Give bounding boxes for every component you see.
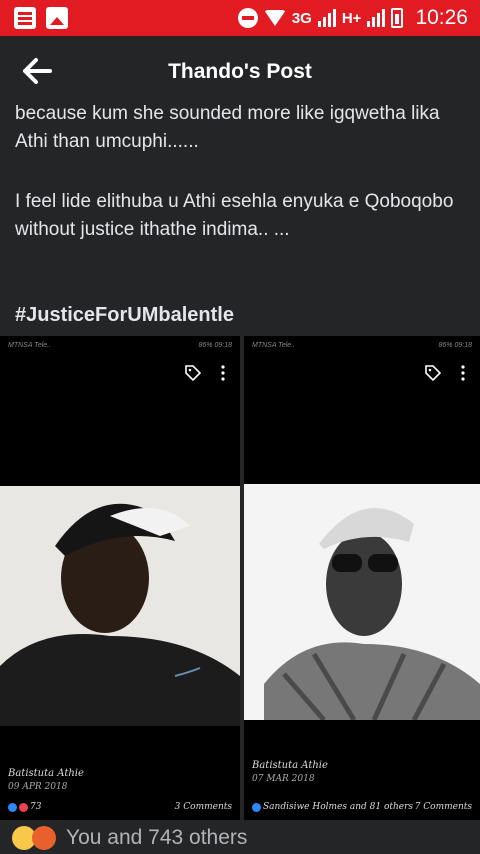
signal-icon bbox=[317, 9, 336, 27]
reactions-count: You and 743 others bbox=[66, 826, 248, 849]
reactions-summary[interactable]: You and 743 others bbox=[0, 822, 480, 854]
photo-author-name: Batistuta Athie bbox=[252, 760, 328, 771]
wifi-icon bbox=[263, 10, 286, 26]
tag-icon bbox=[185, 365, 202, 382]
photo-status-bar: MTNSA Tele.. 86% 09:18 bbox=[252, 342, 472, 349]
photo-footer: Sandisiwe Holmes and 81 others 7 Comment… bbox=[252, 802, 472, 812]
post-paragraph: because kum she sounded more like igqwet… bbox=[15, 103, 440, 152]
do-not-disturb-icon bbox=[237, 8, 258, 28]
battery-icon bbox=[391, 8, 404, 28]
photo-date: 09 APR 2018 bbox=[8, 782, 68, 792]
clock: 10:26 bbox=[415, 6, 468, 29]
photo-footer: 73 3 Comments bbox=[8, 802, 232, 812]
post-photo[interactable]: MTNSA Tele.. 86% 09:18 Batistuta Athie 0… bbox=[0, 336, 240, 820]
page-title: Thando's Post bbox=[168, 60, 312, 83]
app-header: Thando's Post bbox=[0, 36, 480, 106]
image-notification-icon bbox=[46, 7, 68, 29]
post-paragraph: I feel lide elithuba u Athi esehla enyuk… bbox=[15, 191, 454, 240]
photo-date: 07 MAR 2018 bbox=[252, 774, 315, 784]
more-options-icon bbox=[221, 365, 225, 381]
status-bar: 3G H+ 10:26 bbox=[0, 0, 480, 36]
portrait-photo bbox=[0, 486, 240, 726]
angry-reaction-icon bbox=[32, 826, 56, 850]
more-options-icon bbox=[461, 365, 465, 381]
tag-icon bbox=[425, 365, 442, 382]
signal-icon-2 bbox=[367, 9, 386, 27]
like-icon bbox=[8, 802, 17, 812]
network-type-label-2: H+ bbox=[341, 9, 362, 27]
like-icon bbox=[252, 802, 261, 812]
photo-author-name: Batistuta Athie bbox=[8, 768, 84, 779]
portrait-photo bbox=[244, 484, 480, 720]
network-type-label: 3G bbox=[291, 9, 312, 27]
post-photo[interactable]: MTNSA Tele.. 86% 09:18 Batistuta Athie 0… bbox=[244, 336, 480, 820]
message-notification-icon bbox=[14, 7, 36, 29]
photo-status-bar: MTNSA Tele.. 86% 09:18 bbox=[8, 342, 232, 349]
hashtag-link[interactable]: #JusticeForUMbalentle bbox=[15, 304, 234, 327]
love-icon bbox=[19, 802, 28, 812]
